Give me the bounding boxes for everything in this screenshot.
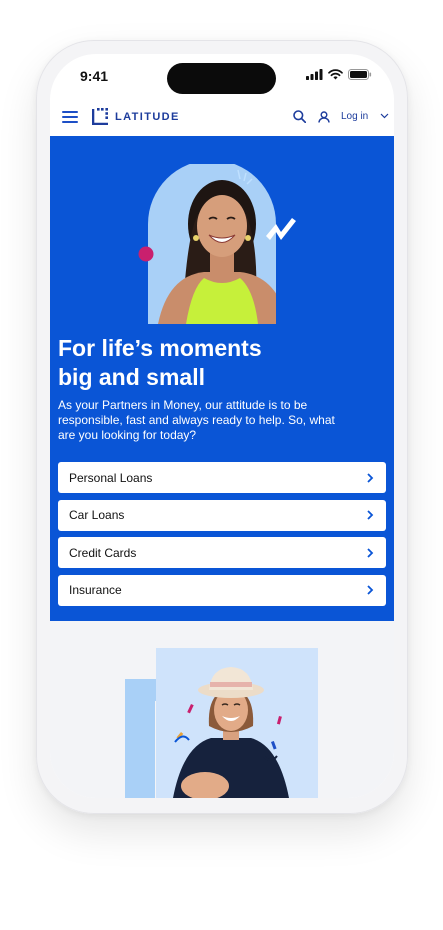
product-list: Personal Loans Car Loans Credit Cards In… bbox=[58, 462, 386, 612]
hero-title-line-2: big and small bbox=[58, 364, 205, 390]
insurance-button[interactable]: Insurance bbox=[58, 574, 386, 606]
signal-icon bbox=[306, 69, 323, 80]
hamburger-menu-icon[interactable] bbox=[62, 111, 78, 123]
hero-subtitle: As your Partners in Money, our attitude … bbox=[58, 398, 335, 442]
latitude-logo[interactable]: LATITUDE bbox=[92, 108, 180, 125]
chevron-right-icon bbox=[367, 472, 374, 483]
search-icon[interactable] bbox=[293, 110, 306, 123]
chevron-down-icon[interactable] bbox=[380, 113, 389, 119]
lower-feature-section bbox=[50, 621, 394, 798]
chevron-right-icon bbox=[367, 585, 374, 595]
hero-section: For life’s moments big and small As your… bbox=[50, 136, 394, 621]
dynamic-island bbox=[167, 63, 276, 94]
credit-cards-button[interactable]: Credit Cards bbox=[58, 537, 386, 568]
hero-woman-image bbox=[138, 164, 296, 324]
hero-title: For life’s moments big and small bbox=[58, 334, 378, 392]
user-icon[interactable] bbox=[318, 111, 330, 123]
battery-icon bbox=[348, 69, 372, 80]
top-navbar: LATITUDE Log in bbox=[50, 98, 394, 136]
wifi-icon bbox=[328, 69, 343, 80]
personal-loans-button[interactable]: Personal Loans bbox=[58, 462, 386, 493]
chevron-right-icon bbox=[367, 547, 374, 558]
chevron-right-icon bbox=[367, 510, 374, 520]
product-label: Credit Cards bbox=[69, 545, 137, 560]
status-bar: 9:41 bbox=[50, 54, 394, 98]
brand-name: LATITUDE bbox=[115, 110, 180, 123]
phone-screen: 9:41 LATITUDE Log in For life’s moments … bbox=[50, 54, 394, 798]
login-link[interactable]: Log in bbox=[341, 111, 368, 122]
status-icons bbox=[306, 69, 372, 80]
latitude-logo-mark-icon bbox=[92, 108, 108, 125]
car-loans-button[interactable]: Car Loans bbox=[58, 499, 386, 531]
feature-woman-hat-image bbox=[125, 648, 318, 798]
status-time: 9:41 bbox=[80, 68, 109, 84]
product-label: Car Loans bbox=[69, 508, 125, 522]
product-label: Personal Loans bbox=[69, 470, 153, 485]
product-label: Insurance bbox=[69, 583, 122, 597]
hero-title-line-1: For life’s moments bbox=[58, 335, 262, 361]
